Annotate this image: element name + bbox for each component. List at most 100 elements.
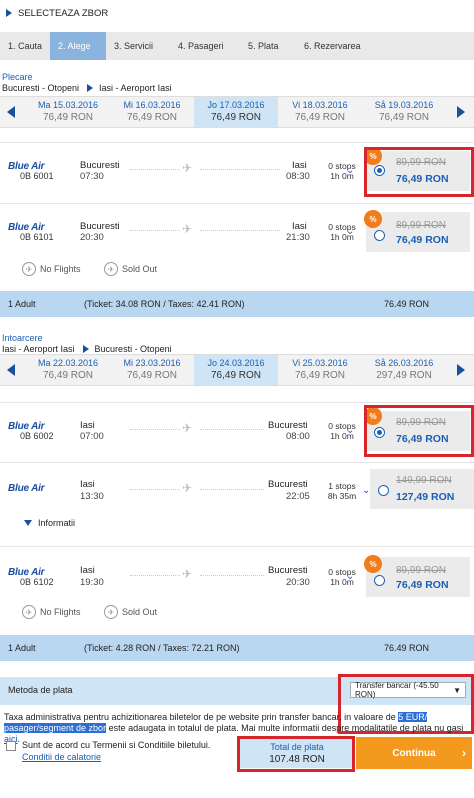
stops-info: 0 stops 1h 0m — [328, 421, 356, 441]
next-dates-icon[interactable] — [454, 355, 468, 385]
prev-dates-icon[interactable] — [4, 355, 18, 385]
summary-total: 76.49 RON — [384, 643, 430, 653]
legend-no-flights: ✈ No Flights — [22, 605, 81, 619]
sold-out-icon: ✈ — [104, 605, 118, 619]
terms-label: Sunt de acord cu Termenii si Conditiile … — [22, 740, 211, 750]
stops-info: 1 stops 8h 35m — [327, 481, 357, 501]
inbound-day[interactable]: Vi 25.03.2016 76,49 RON — [278, 355, 362, 385]
fare-radio[interactable] — [374, 575, 385, 586]
airline-logo: Blue Air — [8, 483, 45, 494]
step-alege[interactable]: 2. Alege — [50, 32, 106, 60]
outbound-day[interactable]: Ma 15.03.2016 76,49 RON — [26, 97, 110, 127]
sold-out-icon: ✈ — [104, 262, 118, 276]
outbound-from: Bucuresti - Otopeni — [2, 83, 80, 93]
adult-count: 1 Adult — [8, 643, 36, 653]
to-city: Bucuresti — [268, 479, 308, 490]
inbound-route: Iasi - Aeroport Iasi Bucuresti - Otopeni — [2, 344, 172, 354]
dep-time: 19:30 — [80, 577, 104, 588]
travel-conditions-link[interactable]: Conditii de calatorie — [22, 752, 101, 762]
inbound-to: Bucuresti - Otopeni — [94, 344, 172, 354]
outbound-day[interactable]: Vi 18.03.2016 76,49 RON — [278, 97, 362, 127]
flight-row: Blue Air Iasi 13:30 ✈ Bucuresti 22:05 1 … — [0, 462, 474, 512]
plane-icon: ✈ — [182, 161, 193, 175]
from-city: Iasi — [80, 565, 95, 576]
chevron-down-icon[interactable]: ⌄ — [346, 165, 356, 176]
step-cauta[interactable]: 1. Cauta — [0, 32, 50, 60]
to-city: Iasi — [292, 221, 307, 232]
highlight-box — [364, 405, 474, 457]
plane-icon: ✈ — [182, 481, 193, 495]
no-flights-icon: ✈ — [22, 605, 36, 619]
from-city: Bucuresti — [80, 221, 120, 232]
to-city: Bucuresti — [268, 565, 308, 576]
flight-number: 0B 6002 — [20, 431, 54, 441]
arr-time: 21:30 — [286, 232, 310, 243]
terms-checkbox[interactable] — [6, 741, 16, 751]
step-pasageri[interactable]: 4. Pasageri — [170, 32, 240, 60]
outbound-route: Bucuresti - Otopeni Iasi - Aeroport Iasi — [2, 83, 172, 93]
prev-dates-icon[interactable] — [4, 97, 18, 127]
step-servicii[interactable]: 3. Servicii — [106, 32, 170, 60]
inbound-day-selected[interactable]: Jo 24.03.2016 76,49 RON — [194, 355, 278, 385]
plane-icon: ✈ — [182, 421, 193, 435]
old-price: 149,99 RON — [396, 475, 452, 486]
no-flights-icon: ✈ — [22, 262, 36, 276]
caret-down-icon — [24, 520, 32, 526]
dep-time: 13:30 — [80, 491, 104, 502]
outbound-date-bar: Ma 15.03.2016 76,49 RON Mi 16.03.2016 76,4… — [0, 96, 474, 128]
flight-row: Blue Air 0B 6002 Iasi 07:00 ✈ Bucuresti … — [0, 402, 474, 458]
dep-time: 20:30 — [80, 232, 104, 243]
inbound-summary: 1 Adult (Ticket: 4.28 RON / Taxes: 72.21… — [0, 635, 474, 661]
flight-number: 0B 6101 — [20, 232, 54, 242]
chevron-down-icon[interactable]: ⌄ — [346, 226, 356, 237]
flight-row: Blue Air 0B 6101 Bucuresti 20:30 ✈ Iasi … — [0, 203, 474, 255]
informatii-toggle[interactable]: Informatii — [24, 518, 75, 528]
outbound-to: Iasi - Aeroport Iasi — [99, 83, 172, 93]
stops-info: 0 stops 1h 0m — [328, 161, 356, 181]
dep-time: 07:00 — [80, 431, 104, 442]
outbound-day[interactable]: Så 19.03.2016 76,49 RON — [362, 97, 446, 127]
summary-total: 76.49 RON — [384, 299, 430, 309]
new-price: 76,49 RON — [396, 579, 449, 591]
header-arrow-icon — [6, 9, 12, 17]
adult-count: 1 Adult — [8, 299, 36, 309]
flight-number: 0B 6001 — [20, 171, 54, 181]
route-arrow-icon — [82, 345, 89, 353]
from-city: Iasi — [80, 479, 95, 490]
inbound-label: Intoarcere — [2, 333, 43, 343]
from-city: Bucuresti — [80, 160, 120, 171]
continue-button[interactable]: Continua › — [356, 737, 472, 769]
chevron-down-icon[interactable]: ⌄ — [346, 571, 356, 582]
outbound-summary: 1 Adult (Ticket: 34.08 RON / Taxes: 42.4… — [0, 291, 474, 317]
page-header: SELECTEAZA ZBOR — [0, 0, 474, 26]
to-city: Bucuresti — [268, 420, 308, 431]
flight-row: Blue Air 0B 6001 Bucuresti 07:30 ✈ Iasi … — [0, 142, 474, 200]
old-price: 89,99 RON — [396, 220, 447, 231]
inbound-day[interactable]: Ma 22.03.2016 76,49 RON — [26, 355, 110, 385]
payment-label: Metoda de plata — [8, 685, 73, 695]
old-price: 89,99 RON — [396, 565, 447, 576]
flight-number: 0B 6102 — [20, 577, 54, 587]
inbound-day[interactable]: Så 26.03.2016 297,49 RON — [362, 355, 446, 385]
outbound-day-selected[interactable]: Jo 17.03.2016 76,49 RON — [194, 97, 278, 127]
arrow-right-icon: › — [462, 746, 466, 760]
arr-time: 08:30 — [286, 171, 310, 182]
plane-icon: ✈ — [182, 567, 193, 581]
page-title: SELECTEAZA ZBOR — [18, 7, 109, 19]
inbound-date-bar: Ma 22.03.2016 76,49 RON Mi 23.03.2016 76,4… — [0, 354, 474, 386]
total-highlight-box — [237, 736, 355, 772]
chevron-down-icon[interactable]: ⌄ — [346, 425, 356, 436]
inbound-day[interactable]: Mi 23.03.2016 76,49 RON — [110, 355, 194, 385]
inbound-from: Iasi - Aeroport Iasi — [2, 344, 75, 354]
stops-info: 0 stops 1h 0m — [328, 567, 356, 587]
stops-info: 0 stops 1h 0m — [328, 222, 356, 242]
step-rezervarea[interactable]: 6. Rezervarea — [296, 32, 386, 60]
discount-badge-icon: % — [364, 555, 382, 573]
step-plata[interactable]: 5. Plata — [240, 32, 296, 60]
fare-radio[interactable] — [378, 485, 389, 496]
arr-time: 20:30 — [286, 577, 310, 588]
outbound-label: Plecare — [2, 72, 33, 82]
fare-radio[interactable] — [374, 230, 385, 241]
next-dates-icon[interactable] — [454, 97, 468, 127]
outbound-day[interactable]: Mi 16.03.2016 76,49 RON — [110, 97, 194, 127]
